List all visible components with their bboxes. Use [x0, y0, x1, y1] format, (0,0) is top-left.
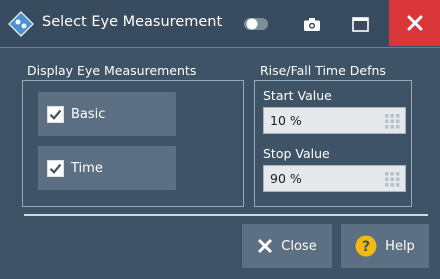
- keypad-icon[interactable]: [385, 172, 400, 187]
- toggle-button[interactable]: [238, 10, 274, 38]
- svg-text:?: ?: [362, 239, 370, 255]
- help-button-label: Help: [385, 238, 415, 254]
- keypad-icon[interactable]: [385, 114, 400, 129]
- checkmark-icon: [49, 163, 62, 174]
- start-value-text: 10 %: [270, 113, 302, 128]
- window-close-button[interactable]: [389, 0, 440, 46]
- title-bar: Select Eye Measurement: [0, 0, 440, 48]
- help-icon: ?: [355, 235, 377, 257]
- close-icon: [258, 238, 273, 254]
- stop-value-label: Stop Value: [263, 146, 330, 161]
- stop-value-field[interactable]: 90 %: [263, 165, 406, 192]
- time-toggle-button[interactable]: Time: [38, 146, 176, 190]
- display-group-title: Display Eye Measurements: [24, 63, 200, 79]
- maximize-button[interactable]: [342, 10, 378, 38]
- start-value-field[interactable]: 10 %: [263, 107, 406, 134]
- title-bar-separator: [0, 47, 440, 48]
- footer-divider: [24, 214, 428, 216]
- basic-toggle-button[interactable]: Basic: [38, 92, 176, 136]
- basic-label: Basic: [71, 106, 106, 122]
- checkmark-icon: [49, 109, 62, 120]
- rise-fall-group-title: Rise/Fall Time Defns: [257, 63, 389, 79]
- time-checkbox[interactable]: [47, 159, 64, 177]
- time-label: Time: [71, 160, 103, 176]
- start-value-label: Start Value: [263, 88, 332, 103]
- help-button[interactable]: ? Help: [341, 224, 429, 268]
- close-button-label: Close: [281, 238, 317, 254]
- toggle-switch-icon: [244, 18, 268, 30]
- rohde-schwarz-logo-icon: [8, 11, 34, 37]
- close-x-icon: [407, 15, 422, 31]
- maximize-icon: [351, 16, 369, 32]
- close-button[interactable]: Close: [242, 224, 332, 268]
- camera-icon: [304, 17, 320, 31]
- basic-checkbox[interactable]: [47, 105, 64, 123]
- screenshot-button[interactable]: [294, 10, 330, 38]
- stop-value-text: 90 %: [270, 171, 302, 186]
- window-title: Select Eye Measurement: [42, 14, 223, 30]
